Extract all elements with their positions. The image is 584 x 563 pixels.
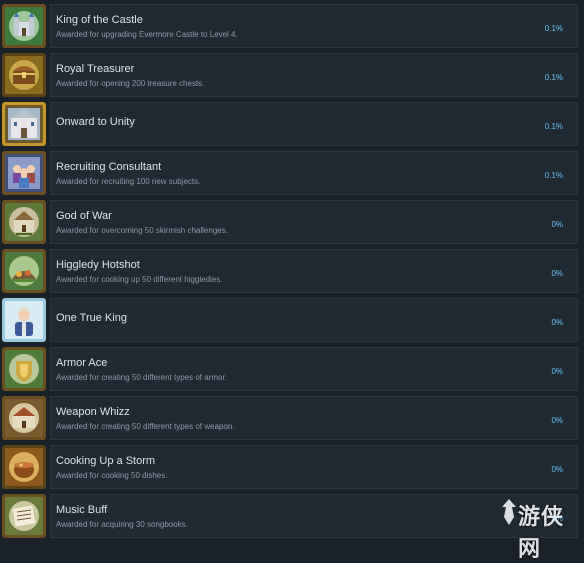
achievement-row[interactable]: King of the Castle Awarded for upgrading… [0, 4, 580, 48]
higgledy-icon [2, 249, 46, 293]
achievement-percent: 0% [551, 465, 563, 474]
achievement-panel: Royal Treasurer Awarded for opening 200 … [50, 53, 578, 97]
achievement-description: Awarded for recruiting 100 new subjects. [56, 177, 201, 186]
achievement-percent: 0.1% [544, 24, 563, 33]
achievement-panel: Recruiting Consultant Awarded for recrui… [50, 151, 578, 195]
achievement-row[interactable]: Music Buff Awarded for acquiring 30 song… [0, 494, 580, 538]
achievement-panel: Armor Ace Awarded for creating 50 differ… [50, 347, 578, 391]
achievement-row[interactable]: Weapon Whizz Awarded for creating 50 dif… [0, 396, 580, 440]
achievement-title: Royal Treasurer [56, 63, 135, 75]
achievement-row[interactable]: One True King 0% [0, 298, 580, 342]
songbook-icon [2, 494, 46, 538]
achievement-row[interactable]: Royal Treasurer Awarded for opening 200 … [0, 53, 580, 97]
achievement-title: King of the Castle [56, 14, 143, 26]
achievement-description: Awarded for overcoming 50 skirmish chall… [56, 226, 228, 235]
achievement-row[interactable]: Recruiting Consultant Awarded for recrui… [0, 151, 580, 195]
achievement-description: Awarded for upgrading Evermore Castle to… [56, 30, 238, 39]
achievement-description: Awarded for acquiring 30 songbooks. [56, 520, 188, 529]
achievement-panel: Onward to Unity 0.1% [50, 102, 578, 146]
achievement-percent: 0.1% [544, 122, 563, 131]
achievement-title: Armor Ace [56, 357, 108, 369]
king-portrait-icon [2, 298, 46, 342]
achievement-row[interactable]: Onward to Unity 0.1% [0, 102, 580, 146]
achievement-row[interactable]: Armor Ace Awarded for creating 50 differ… [0, 347, 580, 391]
achievement-percent: 0.1% [544, 171, 563, 180]
achievement-panel: God of War Awarded for overcoming 50 ski… [50, 200, 578, 244]
achievement-title: Cooking Up a Storm [56, 455, 156, 467]
treasure-chest-icon [2, 53, 46, 97]
achievement-panel: Music Buff Awarded for acquiring 30 song… [50, 494, 578, 538]
achievement-description: Awarded for creating 50 different types … [56, 422, 235, 431]
achievement-percent: 0.1% [544, 73, 563, 82]
achievement-row[interactable]: Higgledy Hotshot Awarded for cooking up … [0, 249, 580, 293]
achievement-panel: One True King 0% [50, 298, 578, 342]
achievement-description: Awarded for cooking 50 dishes. [56, 471, 168, 480]
achievement-list: King of the Castle Awarded for upgrading… [0, 0, 584, 562]
recruits-icon [2, 151, 46, 195]
achievement-panel: King of the Castle Awarded for upgrading… [50, 4, 578, 48]
achievement-panel: Cooking Up a Storm Awarded for cooking 5… [50, 445, 578, 489]
achievement-percent: 0% [551, 318, 563, 327]
achievement-title: Weapon Whizz [56, 406, 130, 418]
achievement-panel: Higgledy Hotshot Awarded for cooking up … [50, 249, 578, 293]
achievement-title: God of War [56, 210, 112, 222]
achievement-description: Awarded for opening 200 treasure chests. [56, 79, 205, 88]
weapon-icon [2, 396, 46, 440]
achievement-title: Recruiting Consultant [56, 161, 162, 173]
achievement-percent: 0% [551, 269, 563, 278]
achievement-row[interactable]: God of War Awarded for overcoming 50 ski… [0, 200, 580, 244]
achievement-title: Onward to Unity [56, 116, 135, 128]
achievement-title: Higgledy Hotshot [56, 259, 140, 271]
cooking-pot-icon [2, 445, 46, 489]
achievement-percent: 0% [551, 367, 563, 376]
achievement-percent: 0% [551, 416, 563, 425]
castle-gate-icon [2, 102, 46, 146]
achievement-percent: 0% [551, 220, 563, 229]
war-icon [2, 200, 46, 244]
achievement-description: Awarded for cooking up 50 different higg… [56, 275, 223, 284]
armor-icon [2, 347, 46, 391]
achievement-percent: 0% [551, 514, 563, 523]
castle-icon [2, 4, 46, 48]
achievement-title: Music Buff [56, 504, 108, 516]
achievement-row[interactable]: Cooking Up a Storm Awarded for cooking 5… [0, 445, 580, 489]
achievement-panel: Weapon Whizz Awarded for creating 50 dif… [50, 396, 578, 440]
achievement-description: Awarded for creating 50 different types … [56, 373, 227, 382]
achievement-title: One True King [56, 312, 127, 324]
